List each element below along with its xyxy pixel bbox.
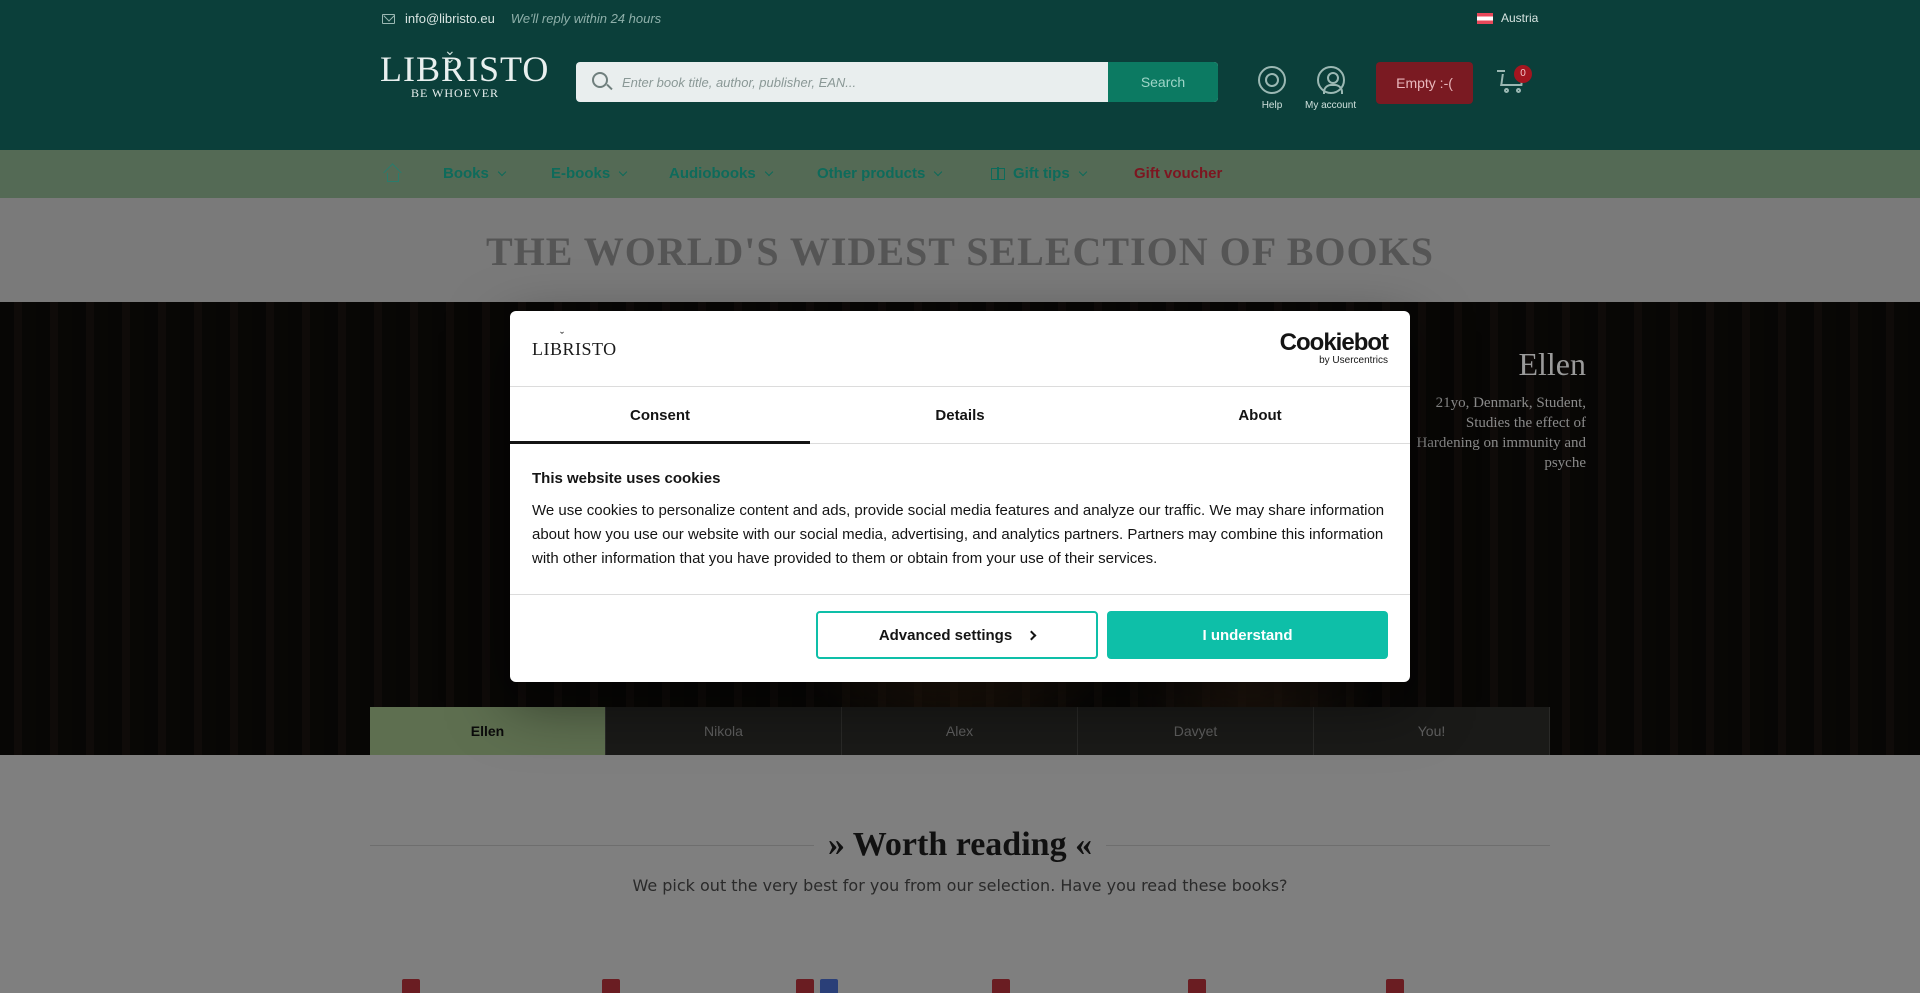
accept-cookies-button[interactable]: I understand	[1107, 611, 1388, 659]
chevron-down-icon	[764, 167, 773, 176]
persona-info: Ellen 21yo, Denmark, Student, Studies th…	[1416, 346, 1586, 473]
nav-label: Gift tips	[1013, 165, 1070, 182]
dialog-header: LIBRISTO Cookiebot by Usercentrics	[510, 311, 1410, 387]
persona-tabs: Ellen Nikola Alex Davyet You!	[370, 707, 1550, 755]
nav-label: Books	[443, 165, 489, 182]
gift-icon	[991, 166, 1005, 180]
nav-item-audiobooks[interactable]: Audiobooks	[669, 165, 773, 182]
tab-ellen[interactable]: Ellen	[370, 707, 606, 755]
contact-email[interactable]: info@libristo.eu	[405, 11, 495, 26]
dialog-tabs: Consent Details About	[510, 387, 1410, 444]
chevron-down-icon	[497, 167, 507, 176]
help-icon	[1258, 66, 1286, 94]
nav-label: Audiobooks	[669, 165, 756, 182]
cart-button[interactable]: Empty :-(	[1376, 62, 1473, 104]
user-icon	[1316, 66, 1345, 94]
home-icon[interactable]	[384, 166, 400, 182]
main-nav: Books E-books Audiobooks Other products …	[0, 150, 1920, 198]
dialog-footer: Advanced settings I understand	[510, 595, 1410, 681]
book-badge	[796, 979, 814, 993]
tab-davyet[interactable]: Davyet	[1078, 707, 1314, 755]
book-badge	[1386, 979, 1404, 993]
search-input[interactable]	[622, 62, 1102, 102]
tab-about[interactable]: About	[1110, 387, 1410, 443]
nav-item-gift-voucher[interactable]: Gift voucher	[1134, 165, 1222, 182]
dialog-text: We use cookies to personalize content an…	[532, 502, 1385, 567]
search-bar: Search	[576, 62, 1218, 102]
cookiebot-logo[interactable]: Cookiebot by Usercentrics	[1279, 329, 1389, 367]
section-title: » Worth reading «	[813, 826, 1107, 864]
cookiebot-by: by Usercentrics	[1319, 355, 1388, 366]
chevron-down-icon	[1078, 167, 1087, 176]
section-subtitle: We pick out the very best for you from o…	[632, 876, 1288, 895]
book-badge	[1188, 979, 1206, 993]
account-label: My account	[1305, 100, 1357, 111]
account-link[interactable]: My account	[1305, 66, 1356, 111]
persona-description: 21yo, Denmark, Student, Studies the effe…	[1416, 395, 1586, 471]
cookiebot-name: Cookiebot	[1279, 329, 1389, 356]
nav-label: Other products	[817, 165, 926, 182]
site-logo[interactable]: ⌄ ⌄ LIBRISTO BE WHOEVER	[380, 43, 548, 101]
help-label: Help	[1261, 100, 1283, 111]
nav-label: Gift voucher	[1134, 165, 1223, 182]
flag-icon	[1477, 12, 1493, 24]
reply-note: We'll reply within 24 hours	[510, 11, 662, 26]
nav-item-gift-tips[interactable]: Gift tips	[991, 165, 1087, 182]
tab-you[interactable]: You!	[1314, 707, 1550, 755]
tab-consent[interactable]: Consent	[510, 387, 810, 444]
search-icon	[592, 72, 608, 88]
contact-info: info@libristo.eu We'll reply within 24 h…	[382, 11, 661, 26]
country-label: Austria	[1501, 11, 1539, 25]
tab-nikola[interactable]: Nikola	[606, 707, 842, 755]
logo-chevrons-icon: ⌄ ⌄	[444, 42, 456, 66]
book-badge	[602, 979, 620, 993]
help-link[interactable]: Help	[1258, 66, 1286, 111]
nav-label: E-books	[551, 165, 611, 182]
mail-icon	[382, 13, 395, 24]
dialog-body: This website uses cookies We use cookies…	[510, 444, 1410, 595]
book-badge	[820, 979, 838, 993]
chevron-down-icon	[618, 167, 628, 176]
nav-item-ebooks[interactable]: E-books	[551, 165, 628, 182]
advanced-settings-button[interactable]: Advanced settings	[816, 611, 1098, 659]
country-selector[interactable]: Austria	[1477, 11, 1538, 25]
tab-details[interactable]: Details	[810, 387, 1110, 443]
nav-item-books[interactable]: Books	[443, 165, 507, 182]
cookie-consent-dialog: LIBRISTO Cookiebot by Usercentrics Conse…	[510, 311, 1410, 682]
book-badge	[402, 979, 420, 993]
dialog-logo: LIBRISTO	[532, 329, 617, 360]
nav-item-other-products[interactable]: Other products	[817, 165, 943, 182]
persona-name: Ellen	[1518, 346, 1586, 382]
chevron-down-icon	[934, 167, 943, 176]
book-badge	[992, 979, 1010, 993]
advanced-settings-label: Advanced settings	[878, 626, 1013, 644]
worth-reading-section: » Worth reading « We pick out the very b…	[370, 826, 1550, 895]
dialog-heading: This website uses cookies	[532, 470, 721, 487]
cart-count-badge: 0	[1514, 65, 1532, 83]
tab-alex[interactable]: Alex	[842, 707, 1078, 755]
chevron-right-icon	[1026, 630, 1037, 640]
header: info@libristo.eu We'll reply within 24 h…	[0, 0, 1920, 150]
hero-title: THE WORLD'S WIDEST SELECTION OF BOOKS	[485, 229, 1435, 274]
search-button[interactable]: Search	[1108, 62, 1218, 102]
